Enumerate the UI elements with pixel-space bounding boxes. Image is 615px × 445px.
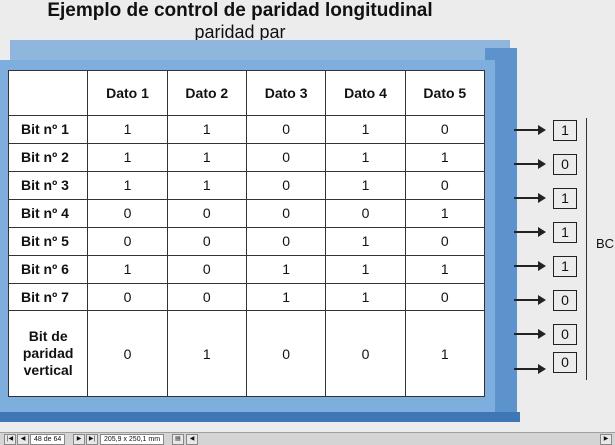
page-number-field[interactable]: 48 de 64 <box>30 434 66 445</box>
table-cell: 0 <box>404 226 486 256</box>
panel-bottom <box>0 412 520 422</box>
bracket-label: BC <box>596 236 615 251</box>
parity-bit-box: 0 <box>553 352 577 373</box>
bracket-line <box>586 118 587 380</box>
table-cell: 1 <box>245 282 327 312</box>
column-header: Dato 1 <box>87 70 168 116</box>
table-cell: 1 <box>404 310 486 397</box>
table-cell: 1 <box>87 142 168 172</box>
table-cell: 1 <box>325 282 406 312</box>
parity-row: Bit de paridad vertical 0 1 0 0 1 <box>7 310 486 397</box>
table-cell: 0 <box>245 198 327 228</box>
table-cell: 0 <box>166 282 247 312</box>
table-cell: 1 <box>325 226 406 256</box>
row-label: Bit nº 4 <box>7 198 89 228</box>
parity-bit-box: 1 <box>553 188 577 209</box>
table-cell: 0 <box>87 282 168 312</box>
table-row: Bit nº 6 1 0 1 1 1 <box>7 254 486 284</box>
column-header: Dato 3 <box>245 70 327 116</box>
page-title: Ejemplo de control de paridad longitudin… <box>47 0 433 21</box>
table-cell: 1 <box>166 170 247 200</box>
table-cell: 0 <box>87 198 168 228</box>
arrow-icon <box>514 193 546 203</box>
parity-label-line2: vertical <box>23 362 73 379</box>
table-cell: 1 <box>87 170 168 200</box>
viewer-status-bar: |◀ ◀ 48 de 64 ▶ ▶| 205,9 x 250,1 mm ▤ ◀ … <box>0 432 615 445</box>
next-page-button[interactable]: ▶ <box>73 434 85 445</box>
row-label: Bit nº 2 <box>7 142 89 172</box>
column-header: Dato 2 <box>166 70 247 116</box>
row-label: Bit nº 3 <box>7 170 89 200</box>
parity-bit-box: 1 <box>553 256 577 277</box>
table-cell: 1 <box>87 115 168 144</box>
table-cell: 0 <box>325 310 406 397</box>
table-cell: 1 <box>245 254 327 284</box>
table-row: Bit nº 7 0 0 1 1 0 <box>7 282 486 312</box>
table-cell: 0 <box>87 310 168 397</box>
table-cell: 0 <box>245 142 327 172</box>
table-cell: 1 <box>325 115 406 144</box>
table-cell: 1 <box>166 142 247 172</box>
scroll-right-button[interactable]: ▶ <box>600 434 612 445</box>
arrow-icon <box>514 295 546 305</box>
parity-bit-box: 1 <box>553 222 577 243</box>
header-row: Dato 1 Dato 2 Dato 3 Dato 4 Dato 5 <box>7 70 486 116</box>
parity-bit-box: 0 <box>553 324 577 345</box>
parity-bit-box: 1 <box>553 120 577 141</box>
table-cell: 0 <box>245 170 327 200</box>
column-header: Dato 4 <box>325 70 406 116</box>
scroll-left-button[interactable]: ◀ <box>186 434 198 445</box>
table-cell: 0 <box>245 310 327 397</box>
table-cell: 0 <box>404 282 486 312</box>
table-cell: 0 <box>245 115 327 144</box>
table-cell: 1 <box>404 254 486 284</box>
parity-table: Dato 1 Dato 2 Dato 3 Dato 4 Dato 5 Bit n… <box>7 70 486 397</box>
page-size-readout: 205,9 x 250,1 mm <box>100 434 165 445</box>
arrow-icon <box>514 364 546 374</box>
parity-bit-box: 0 <box>553 154 577 175</box>
parity-row-label: Bit de paridad vertical <box>7 310 89 397</box>
prev-page-button[interactable]: ◀ <box>17 434 29 445</box>
table-cell: 0 <box>404 115 486 144</box>
view-mode-icon[interactable]: ▤ <box>172 434 184 445</box>
corner-cell <box>7 70 89 116</box>
arrow-icon <box>514 227 546 237</box>
table-cell: 0 <box>166 198 247 228</box>
table-cell: 0 <box>166 226 247 256</box>
table-cell: 1 <box>404 198 486 228</box>
table-row: Bit nº 5 0 0 0 1 0 <box>7 226 486 256</box>
arrow-icon <box>514 329 546 339</box>
table-row: Bit nº 4 0 0 0 0 1 <box>7 198 486 228</box>
row-label: Bit nº 1 <box>7 115 89 144</box>
table-cell: 0 <box>245 226 327 256</box>
table-row: Bit nº 2 1 1 0 1 1 <box>7 142 486 172</box>
row-label: Bit nº 6 <box>7 254 89 284</box>
table-cell: 0 <box>325 198 406 228</box>
table-cell: 0 <box>404 170 486 200</box>
table-cell: 1 <box>325 170 406 200</box>
arrow-icon <box>514 125 546 135</box>
table-cell: 1 <box>325 254 406 284</box>
last-page-button[interactable]: ▶| <box>86 434 98 445</box>
table-cell: 1 <box>166 310 247 397</box>
row-label: Bit nº 7 <box>7 282 89 312</box>
arrow-icon <box>514 261 546 271</box>
table-cell: 0 <box>166 254 247 284</box>
arrow-icon <box>514 159 546 169</box>
table-cell: 1 <box>166 115 247 144</box>
table-cell: 0 <box>87 226 168 256</box>
column-header: Dato 5 <box>404 70 486 116</box>
table-row: Bit nº 3 1 1 0 1 0 <box>7 170 486 200</box>
table-cell: 1 <box>87 254 168 284</box>
first-page-button[interactable]: |◀ <box>4 434 16 445</box>
parity-bit-box: 0 <box>553 290 577 311</box>
row-label: Bit nº 5 <box>7 226 89 256</box>
table-cell: 1 <box>404 142 486 172</box>
parity-label-line1: Bit de paridad <box>22 328 74 362</box>
table-row: Bit nº 1 1 1 0 1 0 <box>7 115 486 144</box>
table-cell: 1 <box>325 142 406 172</box>
